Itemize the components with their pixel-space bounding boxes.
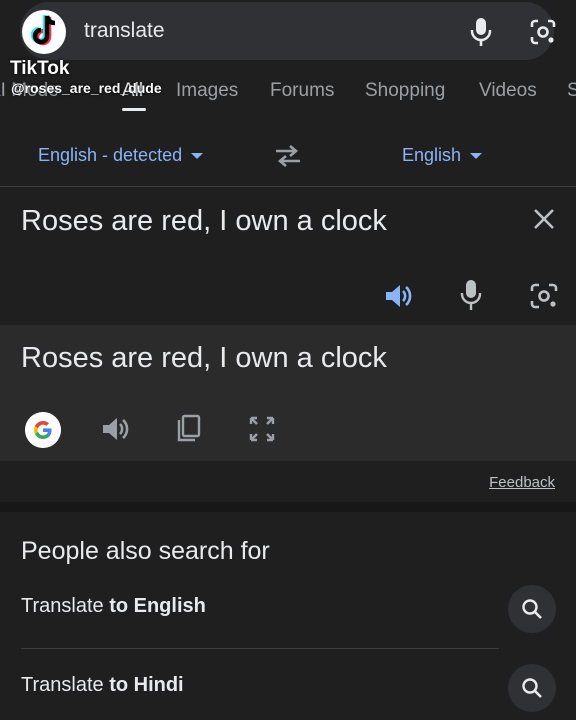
search-icon-button[interactable] <box>508 664 556 712</box>
search-icon <box>522 599 542 619</box>
chevron-down-icon <box>470 153 483 160</box>
tiktok-handle: @roses_are_red_dude <box>11 80 162 96</box>
related-search-prefix: Translate <box>21 595 110 617</box>
google-lens-icon[interactable] <box>529 18 557 46</box>
target-language-select[interactable]: English <box>402 145 483 166</box>
translated-text: Roses are red, I own a clock <box>21 342 387 374</box>
related-search-bold: to English <box>109 595 206 617</box>
related-search-item[interactable]: Translate to English <box>0 577 576 639</box>
swap-languages-icon[interactable] <box>272 142 304 170</box>
target-language-label: English <box>402 145 462 165</box>
source-text-panel: Roses are red, I own a clock <box>0 187 576 325</box>
tiktok-logo-icon <box>22 10 66 54</box>
translation-result-panel: Roses are red, I own a clock <box>0 325 576 461</box>
fullscreen-icon[interactable] <box>248 415 276 443</box>
source-language-label: English - detected <box>38 145 183 165</box>
microphone-icon[interactable] <box>458 279 484 311</box>
microphone-icon[interactable] <box>467 17 495 47</box>
people-also-search-title: People also search for <box>21 537 270 565</box>
tab-more[interactable]: S <box>567 80 576 102</box>
related-search-prefix: Translate <box>21 674 110 696</box>
search-icon-button[interactable] <box>508 585 556 633</box>
camera-translate-icon[interactable] <box>529 282 559 310</box>
source-text-input[interactable]: Roses are red, I own a clock <box>21 205 387 238</box>
search-bar[interactable]: translate <box>20 2 557 60</box>
close-icon[interactable] <box>532 207 556 231</box>
tiktok-brand: TikTok <box>10 58 70 79</box>
speaker-icon[interactable] <box>100 414 130 444</box>
language-selector-row: English - detected English <box>0 130 576 186</box>
related-search-item[interactable]: Translate to Hindi <box>0 656 576 718</box>
related-search-label: Translate to English <box>21 595 206 618</box>
source-language-select[interactable]: English - detected <box>38 145 204 166</box>
active-tab-indicator <box>122 108 146 111</box>
related-search-label: Translate to Hindi <box>21 674 184 697</box>
speaker-icon[interactable] <box>383 281 413 311</box>
tab-videos[interactable]: Videos <box>479 80 537 102</box>
search-input[interactable]: translate <box>84 19 165 43</box>
google-logo-icon[interactable] <box>25 412 61 448</box>
tab-shopping[interactable]: Shopping <box>365 80 445 102</box>
feedback-link[interactable]: Feedback <box>489 474 555 491</box>
chevron-down-icon <box>191 153 204 160</box>
tab-images[interactable]: Images <box>176 80 238 102</box>
tab-forums[interactable]: Forums <box>270 80 334 102</box>
divider <box>21 648 499 649</box>
related-search-bold: to Hindi <box>109 674 184 696</box>
search-icon <box>522 678 542 698</box>
section-separator <box>0 502 576 512</box>
copy-icon[interactable] <box>174 414 202 444</box>
